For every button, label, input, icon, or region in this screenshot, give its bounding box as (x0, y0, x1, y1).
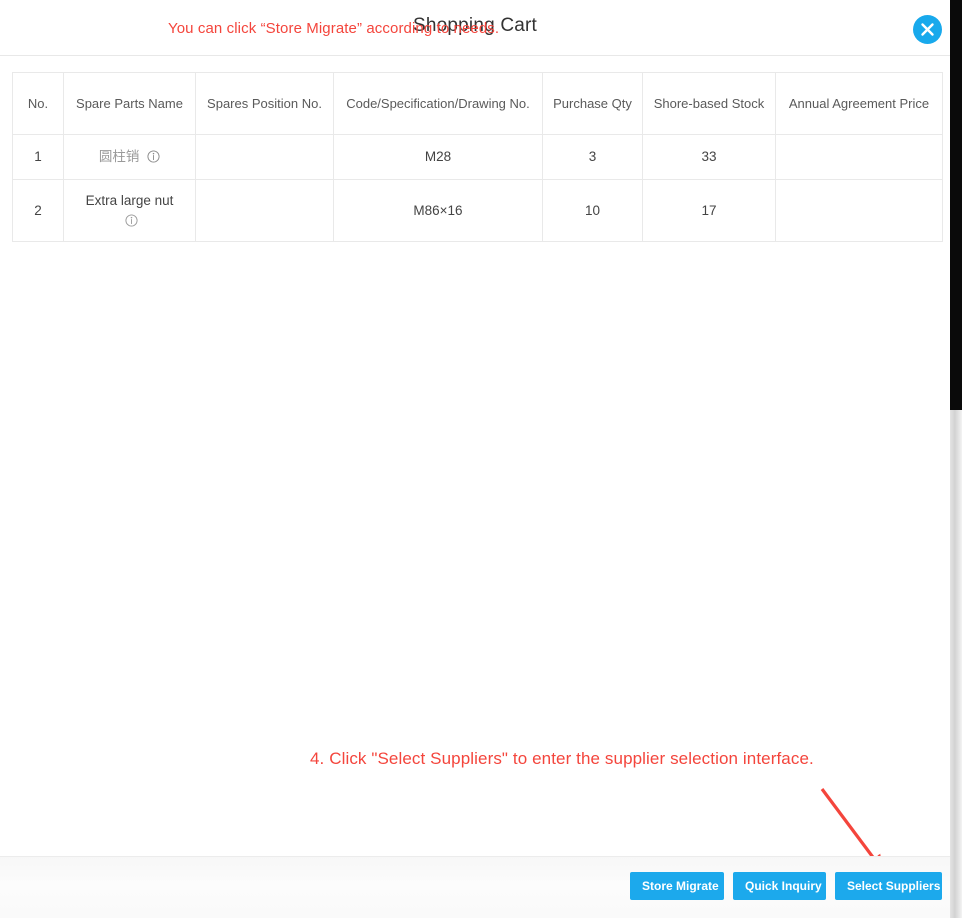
col-header-no: No. (12, 72, 64, 135)
spare-parts-table: No. Spare Parts Name Spares Position No.… (12, 72, 943, 242)
table-row: 2 Extra large nut M86×16 10 17 (12, 179, 943, 242)
cell-code: M28 (333, 134, 543, 180)
table-header: No. Spare Parts Name Spares Position No.… (12, 72, 943, 135)
col-header-stock: Shore-based Stock (642, 72, 776, 135)
part-name-text: 圆柱销 (98, 149, 140, 164)
close-button[interactable] (913, 15, 942, 44)
annotation-step-text: 4. Click "Select Suppliers" to enter the… (310, 749, 814, 768)
col-header-price: Annual Agreement Price (775, 72, 943, 135)
cell-qty: 10 (542, 179, 643, 242)
cell-no: 1 (12, 134, 64, 180)
col-header-code: Code/Specification/Drawing No. (333, 72, 543, 135)
shopping-cart-modal: Shopping Cart No. Spare Parts Name Spare… (0, 0, 962, 918)
table-body: 1 圆柱销 M28 3 33 2 Extra large nut M86×16 … (12, 134, 943, 242)
table-header-row: No. Spare Parts Name Spares Position No.… (12, 72, 943, 135)
select-suppliers-button[interactable]: Select Suppliers (835, 872, 942, 900)
cell-name: Extra large nut (63, 179, 196, 242)
cell-position (195, 179, 334, 242)
col-header-position: Spares Position No. (195, 72, 334, 135)
arrow-to-select-suppliers (820, 788, 884, 872)
cell-stock: 17 (642, 179, 776, 242)
part-name-text: Extra large nut (85, 192, 174, 208)
col-header-name: Spare Parts Name (63, 72, 196, 135)
table-row: 1 圆柱销 M28 3 33 (12, 134, 943, 180)
annotation-footer-note: You can click “Store Migrate” according … (168, 20, 500, 37)
cell-code: M86×16 (333, 179, 543, 242)
scrollbar-lower-track[interactable] (950, 410, 962, 918)
close-icon (921, 23, 934, 36)
info-icon[interactable] (147, 150, 160, 163)
cell-name: 圆柱销 (63, 134, 196, 180)
cell-qty: 3 (542, 134, 643, 180)
page-scrollbar[interactable] (950, 0, 962, 918)
store-migrate-button[interactable]: Store Migrate (630, 872, 724, 900)
cell-stock: 33 (642, 134, 776, 180)
quick-inquiry-button[interactable]: Quick Inquiry (733, 872, 826, 900)
info-icon[interactable] (125, 213, 138, 227)
cell-price (775, 134, 943, 180)
scrollbar-thumb[interactable] (950, 0, 962, 410)
col-header-qty: Purchase Qty (542, 72, 643, 135)
cell-no: 2 (12, 179, 64, 242)
cell-position (195, 134, 334, 180)
cell-price (775, 179, 943, 242)
